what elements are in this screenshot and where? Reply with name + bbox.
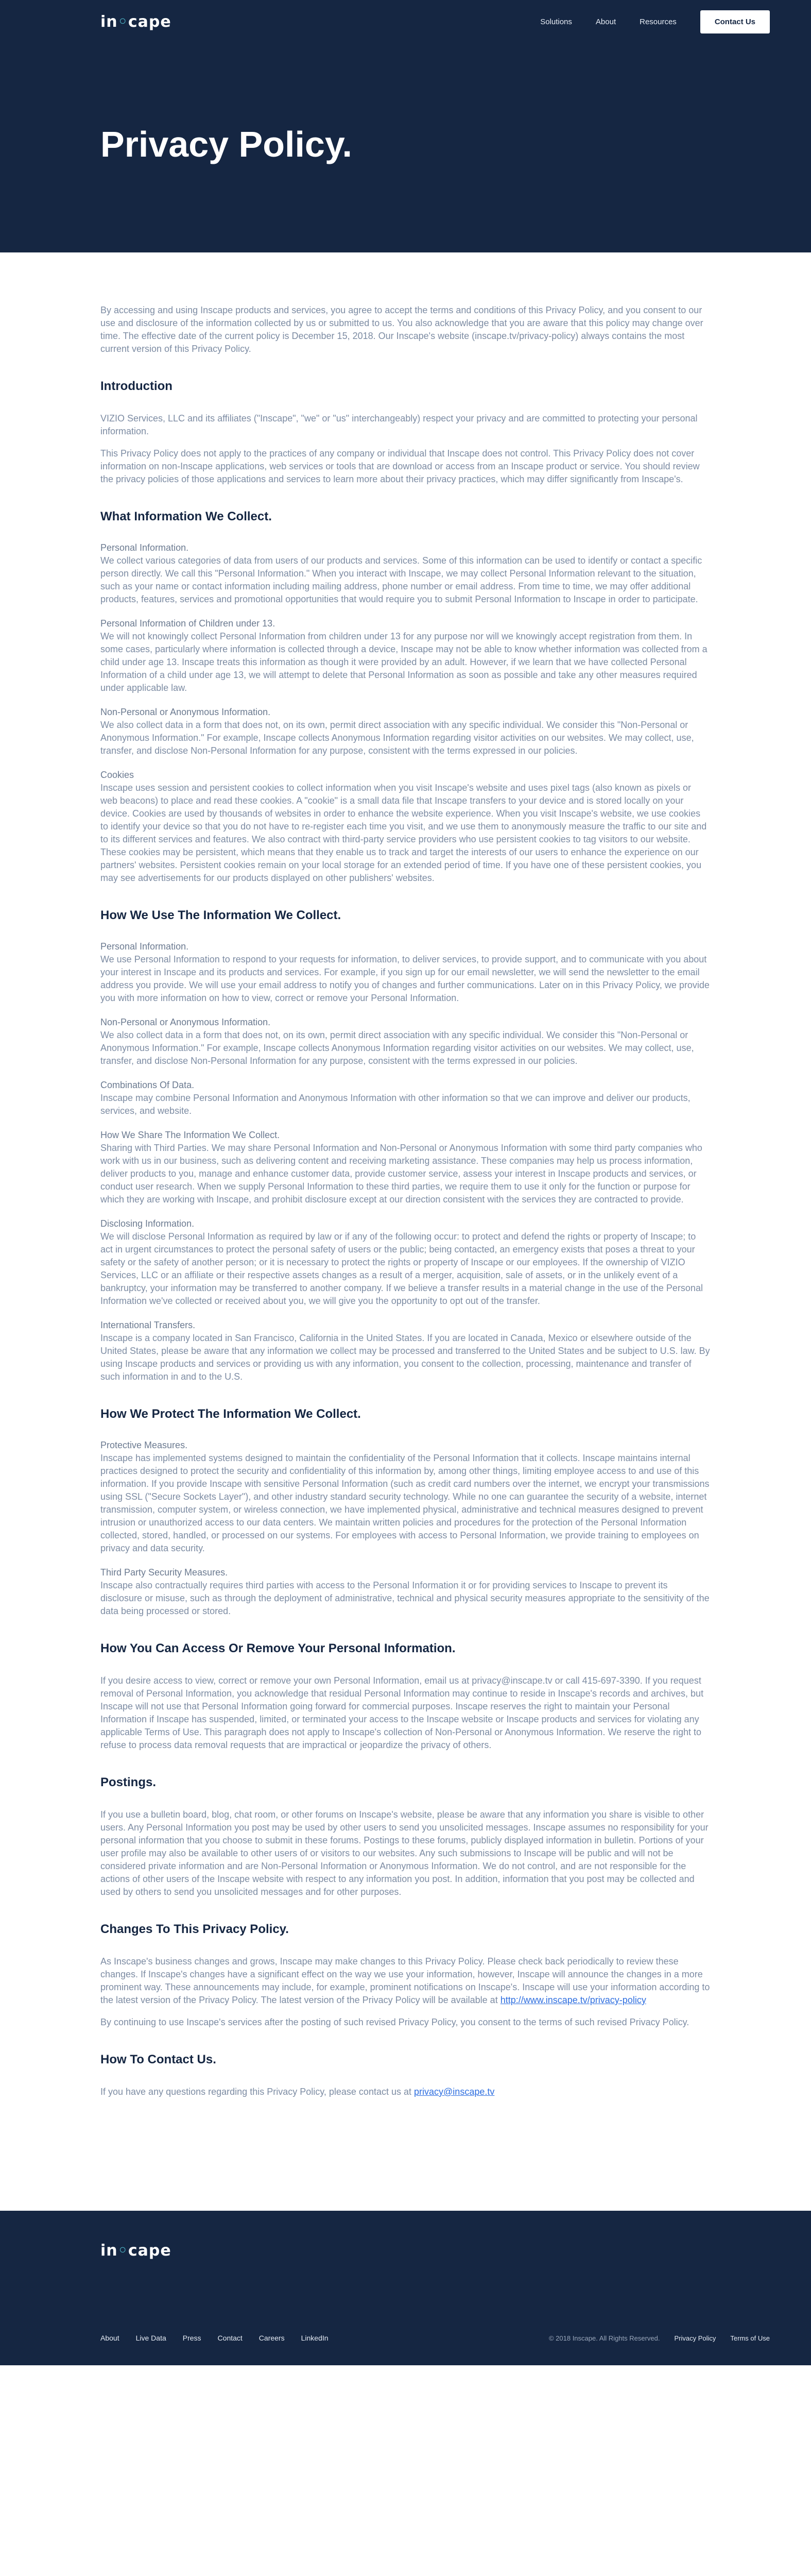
section-heading-protect: How We Protect The Information We Collec… (100, 1407, 361, 1421)
subsection-title: Cookies (100, 770, 134, 780)
footer-link-press[interactable]: Press (183, 2334, 201, 2342)
policy-content: By accessing and using Inscape products … (0, 252, 811, 2170)
paragraph: We also collect data in a form that does… (100, 720, 694, 756)
subsection-title: Combinations Of Data. (100, 1080, 195, 1090)
footer-logo[interactable]: in◦cape (100, 2242, 770, 2260)
paragraph: We will not knowingly collect Personal I… (100, 631, 708, 693)
main-nav: Solutions About Resources Contact Us (540, 10, 770, 33)
paragraph: If you have any questions regarding this… (100, 2087, 495, 2097)
page-title: Privacy Policy. (100, 124, 353, 164)
paragraph: If you use a bulletin board, blog, chat … (100, 1809, 709, 1897)
paragraph: VIZIO Services, LLC and its affiliates (… (100, 413, 698, 436)
nav-resources[interactable]: Resources (640, 18, 677, 26)
section-heading-postings: Postings. (100, 1775, 157, 1789)
footer-privacy-link[interactable]: Privacy Policy (675, 2334, 716, 2342)
subsection-title: Disclosing Information. (100, 1218, 195, 1229)
footer-links: About Live Data Press Contact Careers Li… (100, 2334, 329, 2342)
subsection-title: Protective Measures. (100, 1440, 188, 1450)
paragraph: By continuing to use Inscape's services … (100, 2017, 689, 2027)
footer-legal: © 2018 Inscape. All Rights Reserved. Pri… (549, 2334, 770, 2342)
intro-paragraph: By accessing and using Inscape products … (100, 305, 703, 354)
subsection-title: How We Share The Information We Collect. (100, 1130, 280, 1140)
paragraph: Inscape is a company located in San Fran… (100, 1333, 710, 1382)
footer-link-careers[interactable]: Careers (259, 2334, 285, 2342)
paragraph: This Privacy Policy does not apply to th… (100, 448, 700, 484)
subsection-title: Personal Information. (100, 543, 189, 553)
paragraph: Inscape also contractually requires thir… (100, 1580, 710, 1616)
footer-link-linkedin[interactable]: LinkedIn (301, 2334, 329, 2342)
site-footer: in◦cape About Live Data Press Contact Ca… (0, 2211, 811, 2365)
logo-accent: ◦ (117, 2242, 128, 2260)
subsection-title: Non-Personal or Anonymous Information. (100, 707, 271, 717)
paragraph: We collect various categories of data fr… (100, 555, 702, 604)
inscape-logo[interactable]: in◦cape (100, 13, 171, 31)
section-heading-collect: What Information We Collect. (100, 510, 272, 523)
paragraph: Inscape uses session and persistent cook… (100, 783, 707, 883)
nav-about[interactable]: About (596, 18, 616, 26)
logo-accent: ◦ (117, 13, 128, 31)
paragraph: We will disclose Personal Information as… (100, 1231, 703, 1306)
paragraph: We use Personal Information to respond t… (100, 954, 710, 1003)
subsection-title: Personal Information of Children under 1… (100, 618, 275, 629)
subsection-title: International Transfers. (100, 1320, 196, 1330)
paragraph: Inscape has implemented systems designed… (100, 1453, 710, 1553)
copyright: © 2018 Inscape. All Rights Reserved. (548, 2334, 660, 2342)
site-header: in◦cape Solutions About Resources Contac… (0, 0, 811, 44)
nav-solutions[interactable]: Solutions (540, 18, 572, 26)
privacy-policy-link[interactable]: http://www.inscape.tv/privacy-policy (501, 1995, 646, 2005)
footer-terms-link[interactable]: Terms of Use (730, 2334, 770, 2342)
footer-link-live-data[interactable]: Live Data (136, 2334, 166, 2342)
footer-link-about[interactable]: About (100, 2334, 119, 2342)
contact-us-button[interactable]: Contact Us (700, 10, 770, 33)
section-heading-contact: How To Contact Us. (100, 2053, 216, 2066)
paragraph: Inscape may combine Personal Information… (100, 1093, 691, 1116)
section-heading-changes: Changes To This Privacy Policy. (100, 1922, 289, 1936)
paragraph: Sharing with Third Parties. We may share… (100, 1143, 702, 1205)
paragraph: As Inscape's business changes and grows,… (100, 1956, 710, 2005)
section-heading-access: How You Can Access Or Remove Your Person… (100, 1641, 456, 1655)
subsection-title: Third Party Security Measures. (100, 1567, 228, 1578)
subsection-title: Personal Information. (100, 941, 189, 952)
paragraph: We also collect data in a form that does… (100, 1030, 694, 1066)
privacy-email-link[interactable]: privacy@inscape.tv (414, 2087, 494, 2097)
footer-link-contact[interactable]: Contact (218, 2334, 243, 2342)
subsection-title: Non-Personal or Anonymous Information. (100, 1017, 271, 1027)
hero: Privacy Policy. (0, 44, 811, 252)
section-heading-use: How We Use The Information We Collect. (100, 908, 341, 922)
section-heading-introduction: Introduction (100, 379, 172, 393)
paragraph: If you desire access to view, correct or… (100, 1675, 704, 1750)
